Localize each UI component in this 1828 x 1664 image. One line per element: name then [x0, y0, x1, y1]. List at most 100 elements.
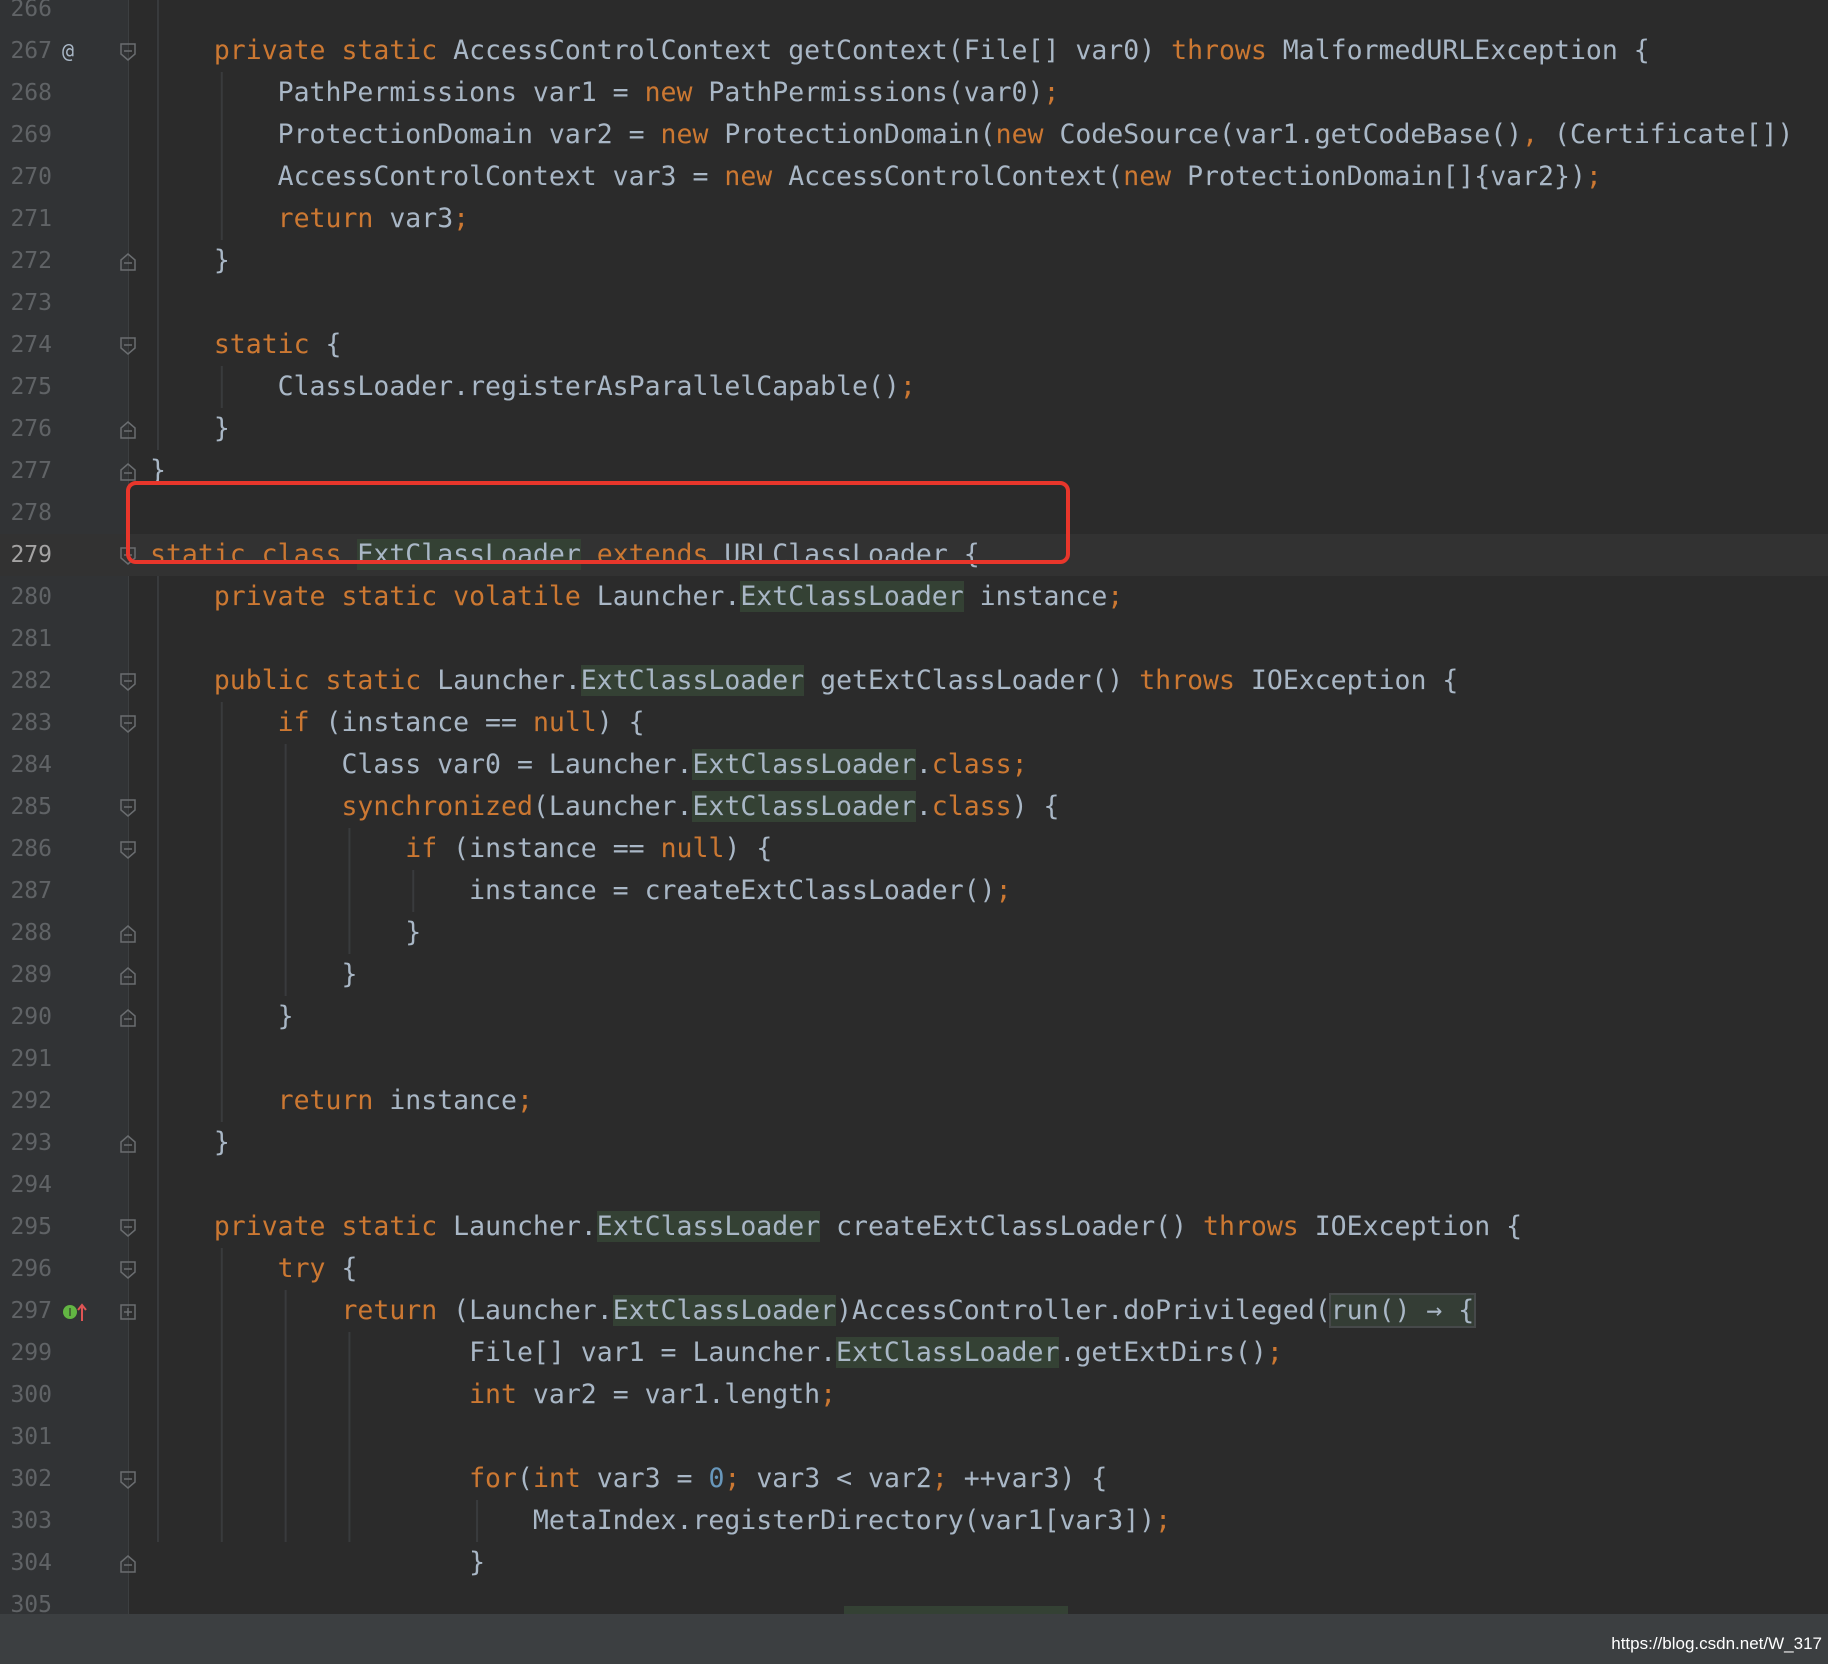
code-text[interactable]: File[] var1 = Launcher.ExtClassLoader.ge…	[150, 1332, 1283, 1374]
code-text[interactable]: static class ExtClassLoader extends URLC…	[150, 534, 980, 576]
fold-end-icon[interactable]	[118, 1008, 138, 1028]
line-number[interactable]: 297	[0, 1290, 52, 1332]
line-number[interactable]: 294	[0, 1164, 52, 1206]
code-line[interactable]: 284 Class var0 = Launcher.ExtClassLoader…	[0, 744, 1828, 786]
line-number[interactable]: 278	[0, 492, 52, 534]
code-line[interactable]: 276 }	[0, 408, 1828, 450]
code-text[interactable]: return (Launcher.ExtClassLoader)AccessCo…	[150, 1290, 1477, 1332]
line-number[interactable]: 284	[0, 744, 52, 786]
code-lines[interactable]: 266 267 @ private static AccessControlCont…	[0, 0, 1828, 1614]
code-text[interactable]: }	[150, 450, 166, 492]
code-text[interactable]: }	[150, 1542, 485, 1584]
code-text[interactable]: }	[150, 1122, 230, 1164]
code-text[interactable]: try {	[150, 1248, 358, 1290]
line-number[interactable]: 280	[0, 576, 52, 618]
code-line[interactable]: 286 if (instance == null) {	[0, 828, 1828, 870]
code-line[interactable]: 293 }	[0, 1122, 1828, 1164]
line-number[interactable]: 270	[0, 156, 52, 198]
fold-start-icon[interactable]	[118, 1260, 138, 1280]
code-text[interactable]: MetaIndex.registerDirectory(var1[var3]);	[150, 1500, 1171, 1542]
fold-end-icon[interactable]	[118, 1554, 138, 1574]
line-number[interactable]: 290	[0, 996, 52, 1038]
code-text[interactable]: return var3;	[150, 198, 469, 240]
code-line[interactable]: 290 }	[0, 996, 1828, 1038]
code-text[interactable]: }	[150, 996, 294, 1038]
code-text[interactable]: public static Launcher.ExtClassLoader ge…	[150, 660, 1458, 702]
code-text[interactable]: }	[150, 240, 230, 282]
fold-start-icon[interactable]	[118, 336, 138, 356]
code-text[interactable]: static {	[150, 324, 342, 366]
code-line[interactable]: 269 ProtectionDomain var2 = new Protecti…	[0, 114, 1828, 156]
line-number[interactable]: 282	[0, 660, 52, 702]
fold-start-icon[interactable]	[118, 1470, 138, 1490]
code-line[interactable]: 283 if (instance == null) {	[0, 702, 1828, 744]
code-line[interactable]: 271 return var3;	[0, 198, 1828, 240]
code-text[interactable]: int var2 = var1.length;	[150, 1374, 836, 1416]
code-text[interactable]: private static volatile Launcher.ExtClas…	[150, 576, 1123, 618]
code-text[interactable]: }	[150, 912, 421, 954]
fold-end-icon[interactable]	[118, 1134, 138, 1154]
code-line[interactable]: 282 public static Launcher.ExtClassLoade…	[0, 660, 1828, 702]
fold-start-icon[interactable]	[118, 714, 138, 734]
line-number[interactable]: 268	[0, 72, 52, 114]
code-line[interactable]: 275 ClassLoader.registerAsParallelCapabl…	[0, 366, 1828, 408]
line-number[interactable]: 288	[0, 912, 52, 954]
line-number[interactable]: 279	[0, 534, 52, 576]
fold-start-icon[interactable]	[118, 1218, 138, 1238]
code-line[interactable]: 268 PathPermissions var1 = new PathPermi…	[0, 72, 1828, 114]
line-number[interactable]: 300	[0, 1374, 52, 1416]
code-line[interactable]: 289 }	[0, 954, 1828, 996]
code-line[interactable]: 267 @ private static AccessControlContext…	[0, 30, 1828, 72]
code-text[interactable]: ProtectionDomain var2 = new ProtectionDo…	[150, 114, 1794, 156]
line-number[interactable]: 266	[0, 0, 52, 30]
code-line[interactable]: 270 AccessControlContext var3 = new Acce…	[0, 156, 1828, 198]
code-line[interactable]: 291	[0, 1038, 1828, 1080]
line-number[interactable]: 302	[0, 1458, 52, 1500]
code-text[interactable]: AccessControlContext var3 = new AccessCo…	[150, 156, 1602, 198]
code-line[interactable]: 279 static class ExtClassLoader extends U…	[0, 534, 1828, 576]
code-text[interactable]: }	[150, 408, 230, 450]
line-number[interactable]: 301	[0, 1416, 52, 1458]
line-number[interactable]: 281	[0, 618, 52, 660]
code-line[interactable]: 304 }	[0, 1542, 1828, 1584]
line-number[interactable]: 285	[0, 786, 52, 828]
fold-end-icon[interactable]	[118, 924, 138, 944]
code-text[interactable]: PathPermissions var1 = new PathPermissio…	[150, 72, 1060, 114]
fold-start-icon[interactable]	[118, 798, 138, 818]
code-text[interactable]: }	[150, 954, 357, 996]
line-number[interactable]: 277	[0, 450, 52, 492]
code-line[interactable]: 295 private static Launcher.ExtClassLoad…	[0, 1206, 1828, 1248]
code-line[interactable]: 301	[0, 1416, 1828, 1458]
line-number[interactable]: 303	[0, 1500, 52, 1542]
code-text[interactable]: ClassLoader.registerAsParallelCapable();	[150, 366, 916, 408]
code-line[interactable]: 280 private static volatile Launcher.Ext…	[0, 576, 1828, 618]
fold-end-icon[interactable]	[118, 252, 138, 272]
code-line[interactable]: 273	[0, 282, 1828, 324]
line-number[interactable]: 293	[0, 1122, 52, 1164]
code-text[interactable]: if (instance == null) {	[150, 702, 645, 744]
code-line[interactable]: 299 File[] var1 = Launcher.ExtClassLoade…	[0, 1332, 1828, 1374]
line-number[interactable]: 292	[0, 1080, 52, 1122]
line-number[interactable]: 274	[0, 324, 52, 366]
code-line[interactable]: 274 static {	[0, 324, 1828, 366]
line-number[interactable]: 287	[0, 870, 52, 912]
code-line[interactable]: 266	[0, 0, 1828, 30]
code-line[interactable]: 303 MetaIndex.registerDirectory(var1[var…	[0, 1500, 1828, 1542]
expand-fold-icon[interactable]	[118, 1302, 138, 1322]
fold-start-icon[interactable]	[118, 546, 138, 566]
code-text[interactable]: synchronized(Launcher.ExtClassLoader.cla…	[150, 786, 1059, 828]
code-line[interactable]: 302 for(int var3 = 0; var3 < var2; ++var…	[0, 1458, 1828, 1500]
fold-start-icon[interactable]	[118, 672, 138, 692]
line-number[interactable]: 276	[0, 408, 52, 450]
fold-start-icon[interactable]	[118, 840, 138, 860]
line-number[interactable]: 275	[0, 366, 52, 408]
code-text[interactable]: for(int var3 = 0; var3 < var2; ++var3) {	[150, 1458, 1107, 1500]
code-line[interactable]: 297 I return (Launcher.ExtClassLoader)Acc…	[0, 1290, 1828, 1332]
fold-end-icon[interactable]	[118, 462, 138, 482]
implementation-icon[interactable]: I	[62, 1301, 88, 1321]
line-number[interactable]: 289	[0, 954, 52, 996]
fold-start-icon[interactable]	[118, 42, 138, 62]
code-text[interactable]: instance = createExtClassLoader();	[150, 870, 1011, 912]
line-number[interactable]: 283	[0, 702, 52, 744]
code-line[interactable]: 278	[0, 492, 1828, 534]
